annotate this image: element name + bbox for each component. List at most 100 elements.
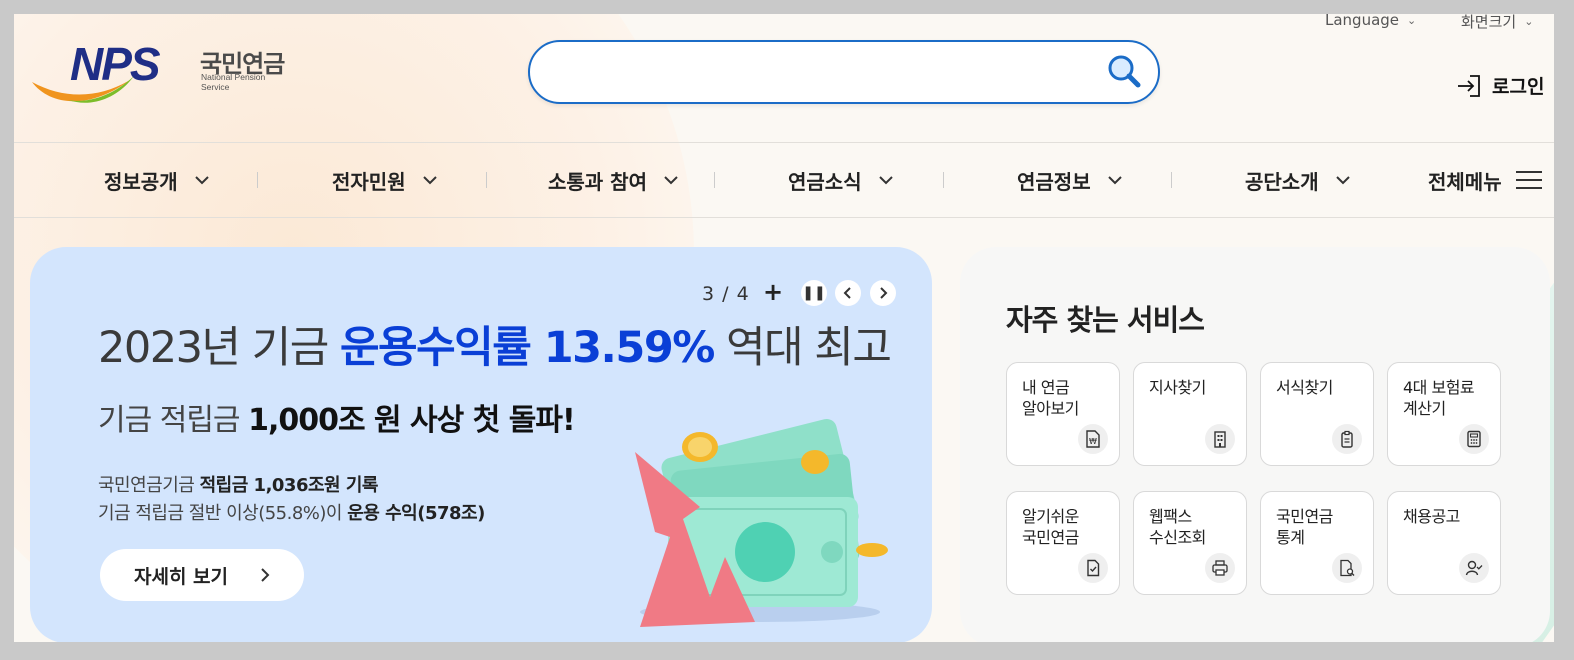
- service-card-label: 지사찾기: [1149, 377, 1206, 398]
- service-card-label-line: 4대 보험료: [1403, 378, 1475, 397]
- screen-size-label: 화면크기: [1461, 14, 1517, 31]
- banner-subtitle: 기금 적립금 1,000조 원 사상 첫 돌파!: [98, 395, 576, 439]
- svg-text:₩: ₩: [1089, 437, 1097, 446]
- hamburger-menu-icon: [1515, 171, 1542, 189]
- service-card-recruitment[interactable]: 채용공고: [1387, 491, 1501, 595]
- nav-item-pension-info[interactable]: 연금정보: [1017, 143, 1123, 217]
- nav-divider: [943, 172, 944, 188]
- pension-won-doc-icon: ₩: [1078, 424, 1108, 454]
- service-card-label: 채용공고: [1403, 506, 1460, 527]
- plus-icon[interactable]: +: [763, 278, 783, 306]
- login-icon: [1458, 74, 1480, 97]
- clipboard-icon: [1332, 424, 1362, 454]
- language-label: Language: [1325, 14, 1400, 29]
- services-title: 자주 찾는 서비스: [1006, 303, 1205, 337]
- next-slide-button[interactable]: [870, 280, 896, 306]
- service-card-label-line: 국민연금: [1276, 507, 1333, 526]
- banner-detail-prefix: 국민연금기금: [98, 475, 200, 496]
- login-button[interactable]: 로그인: [1456, 72, 1544, 99]
- person-check-icon: [1459, 553, 1489, 583]
- nav-item-communication[interactable]: 소통과 참여: [548, 143, 679, 217]
- document-search-icon: [1332, 553, 1362, 583]
- slide-counter: 3 / 4: [702, 283, 750, 305]
- all-menu-button[interactable]: 전체메뉴: [1428, 143, 1542, 217]
- nav-divider: [714, 172, 715, 188]
- service-card-label-line: 알아보기: [1022, 399, 1079, 418]
- pause-icon[interactable]: ❚❚: [801, 280, 827, 306]
- money-growth-illustration: [635, 418, 888, 627]
- chevron-right-icon: [880, 287, 888, 299]
- chevron-down-icon: [422, 176, 437, 185]
- nav-item-label: 연금소식: [788, 169, 862, 194]
- previous-slide-button[interactable]: [835, 280, 861, 306]
- nav-item-label: 전자민원: [332, 169, 406, 194]
- screen-size-selector[interactable]: 화면크기 ⌄: [1461, 14, 1533, 32]
- building-icon: [1205, 424, 1235, 454]
- search-bar: [528, 40, 1160, 104]
- language-selector[interactable]: Language ⌄: [1325, 14, 1416, 29]
- service-card-label: 서식찾기: [1276, 377, 1333, 398]
- service-card-pension-statistics[interactable]: 국민연금통계: [1260, 491, 1374, 595]
- view-details-label: 자세히 보기: [133, 565, 228, 588]
- printer-icon: [1205, 553, 1235, 583]
- nav-item-e-civil[interactable]: 전자민원: [332, 143, 438, 217]
- service-card-label: 4대 보험료계산기: [1403, 377, 1475, 419]
- calculator-icon: [1459, 424, 1489, 454]
- nav-divider: [486, 172, 487, 188]
- search-input[interactable]: [550, 52, 1094, 92]
- logo-english-name: National Pension Service: [201, 72, 266, 92]
- nav-item-pension-news[interactable]: 연금소식: [788, 143, 894, 217]
- nav-item-about[interactable]: 공단소개: [1245, 143, 1351, 217]
- banner-title-prefix: 2023년 기금: [98, 323, 340, 373]
- service-card-label-line: 알기쉬운: [1022, 507, 1079, 526]
- banner-detail-bold: 적립금 1,036조원 기록: [199, 475, 379, 496]
- service-card-find-branch[interactable]: 지사찾기: [1133, 362, 1247, 466]
- banner-title-highlight: 운용수익률 13.59%: [339, 323, 715, 373]
- service-card-label-line: 내 연금: [1022, 378, 1070, 397]
- search-icon[interactable]: [1104, 52, 1144, 92]
- chevron-right-icon: [261, 568, 270, 582]
- frequent-services-panel: 자주 찾는 서비스 내 연금알아보기 ₩ 지사찾기 서식찾기 4대 보험료계산기: [960, 247, 1550, 642]
- chevron-down-icon: [1107, 176, 1122, 185]
- service-card-label-line: 통계: [1276, 528, 1305, 547]
- login-label: 로그인: [1492, 76, 1545, 98]
- service-card-label-line: 지사찾기: [1149, 378, 1206, 397]
- banner-subtitle-bold: 1,000조 원 사상 첫 돌파!: [248, 403, 576, 438]
- chevron-down-icon: [878, 176, 893, 185]
- page: Language ⌄ 화면크기 ⌄ NPS 국민연금 National Pens…: [14, 14, 1554, 642]
- service-card-find-forms[interactable]: 서식찾기: [1260, 362, 1374, 466]
- chevron-left-icon: [843, 287, 851, 299]
- service-card-web-fax[interactable]: 웹팩스수신조회: [1133, 491, 1247, 595]
- view-details-button[interactable]: 자세히 보기: [100, 549, 304, 601]
- nav-item-label: 공단소개: [1245, 169, 1319, 194]
- service-card-label-line: 웹팩스: [1149, 507, 1192, 526]
- service-card-label: 내 연금알아보기: [1022, 377, 1079, 419]
- banner-detail-line-2: 기금 적립금 절반 이상(55.8%)이 운용 수익(578조): [98, 499, 485, 525]
- banner-title: 2023년 기금 운용수익률 13.59% 역대 최고: [98, 313, 892, 375]
- service-card-label-line: 서식찾기: [1276, 378, 1333, 397]
- all-menu-label: 전체메뉴: [1428, 169, 1502, 194]
- service-card-label-line: 계산기: [1403, 399, 1446, 418]
- service-card-label-line: 국민연금: [1022, 528, 1079, 547]
- banner-title-suffix: 역대 최고: [713, 323, 892, 373]
- service-card-label: 알기쉬운국민연금: [1022, 506, 1079, 548]
- service-card-label-line: 수신조회: [1149, 528, 1206, 547]
- main-nav: 정보공개 전자민원 소통과 참여 연금소식 연금정보 공단소개 전체메뉴: [14, 142, 1554, 218]
- nav-item-info-disclosure[interactable]: 정보공개: [104, 143, 210, 217]
- nav-item-label: 연금정보: [1017, 169, 1091, 194]
- nav-item-label: 정보공개: [104, 169, 178, 194]
- service-card-label: 웹팩스수신조회: [1149, 506, 1206, 548]
- chevron-down-icon: [1335, 176, 1350, 185]
- chevron-down-icon: ⌄: [1407, 14, 1417, 27]
- nps-logo[interactable]: NPS 국민연금 National Pension Service: [30, 40, 290, 110]
- main-banner: 3 / 4 + ❚❚ 2023년 기금 운용수익률 13.59% 역대 최고 기…: [30, 247, 932, 642]
- service-card-label: 국민연금통계: [1276, 506, 1333, 548]
- logo-wordmark: NPS: [70, 38, 161, 90]
- banner-detail-line-1: 국민연금기금 적립금 1,036조원 기록: [98, 471, 378, 497]
- service-card-easy-pension[interactable]: 알기쉬운국민연금: [1006, 491, 1120, 595]
- service-card-insurance-calculator[interactable]: 4대 보험료계산기: [1387, 362, 1501, 466]
- chevron-down-icon: ⌄: [1524, 15, 1534, 28]
- service-card-my-pension[interactable]: 내 연금알아보기 ₩: [1006, 362, 1120, 466]
- chevron-down-icon: [664, 176, 678, 185]
- banner-detail-prefix: 기금 적립금 절반 이상(55.8%)이: [98, 503, 348, 524]
